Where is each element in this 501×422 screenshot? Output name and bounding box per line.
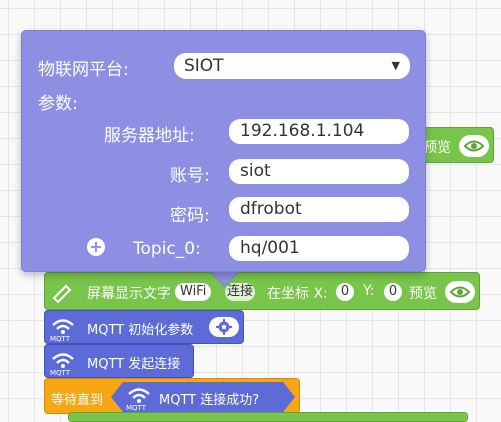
- platform-select[interactable]: SIOT ▼: [174, 53, 410, 79]
- mqtt-icon-caption: MQTT: [50, 369, 70, 377]
- eye-icon: [464, 140, 484, 152]
- topic-field[interactable]: hq/001: [229, 236, 409, 261]
- server-address-field[interactable]: 192.168.1.104: [229, 119, 409, 144]
- eye-icon: [450, 286, 470, 298]
- server-address-label: 服务器地址:: [104, 126, 195, 146]
- display-text-value[interactable]: WiFi: [175, 283, 212, 301]
- platform-select-value: SIOT: [184, 56, 224, 76]
- x-value[interactable]: 0: [336, 283, 354, 301]
- iot-params-popup: 物联网平台: SIOT ▼ 参数: 服务器地址: 192.168.1.104 账…: [21, 30, 426, 272]
- mqtt-icon-caption: MQTT: [126, 404, 146, 412]
- preview-label: 预览: [423, 140, 451, 156]
- display-text-label: 屏幕显示文字: [87, 286, 171, 302]
- settings-gear-button[interactable]: [209, 317, 239, 337]
- y-value[interactable]: 0: [384, 283, 402, 301]
- account-field[interactable]: siot: [229, 159, 409, 184]
- mqtt-connect-block[interactable]: MQTT MQTT 发起连接: [44, 344, 194, 378]
- display-text-block-lower[interactable]: 屏幕显示文字 WiFi 连接 在坐标 X: 0 Y: 0 预览: [44, 272, 480, 310]
- next-block-edge: [68, 412, 468, 422]
- password-label: 密码:: [170, 206, 210, 226]
- coord-x-label: 在坐标 X:: [267, 286, 328, 302]
- wait-until-block[interactable]: 等待直到 MQTT MQTT 连接成功?: [44, 378, 300, 414]
- connect-text: 连接: [225, 283, 256, 301]
- preview-eye-button[interactable]: [445, 281, 475, 303]
- password-field[interactable]: dfrobot: [229, 197, 409, 222]
- chevron-down-icon: ▼: [391, 59, 400, 72]
- mqtt-init-label: MQTT 初始化参数: [87, 323, 194, 338]
- coord-y-label: Y:: [363, 283, 375, 299]
- mqtt-icon-caption: MQTT: [50, 335, 70, 343]
- wait-until-label: 等待直到: [51, 393, 104, 408]
- gear-icon: [216, 319, 232, 335]
- preview-eye-button[interactable]: [459, 135, 489, 157]
- platform-label: 物联网平台:: [38, 60, 129, 80]
- account-label: 账号:: [170, 166, 210, 186]
- mqtt-connected-label: MQTT 连接成功?: [159, 393, 260, 408]
- display-icon: [52, 284, 72, 303]
- topic-label: Topic_0:: [133, 239, 201, 259]
- add-topic-button[interactable]: +: [87, 238, 105, 256]
- mqtt-connected-condition[interactable]: MQTT MQTT 连接成功?: [111, 382, 295, 412]
- params-label: 参数:: [38, 94, 78, 114]
- mqtt-init-block[interactable]: MQTT MQTT 初始化参数: [44, 310, 244, 344]
- mqtt-connect-label: MQTT 发起连接: [87, 357, 181, 372]
- preview-label: 预览: [409, 286, 437, 302]
